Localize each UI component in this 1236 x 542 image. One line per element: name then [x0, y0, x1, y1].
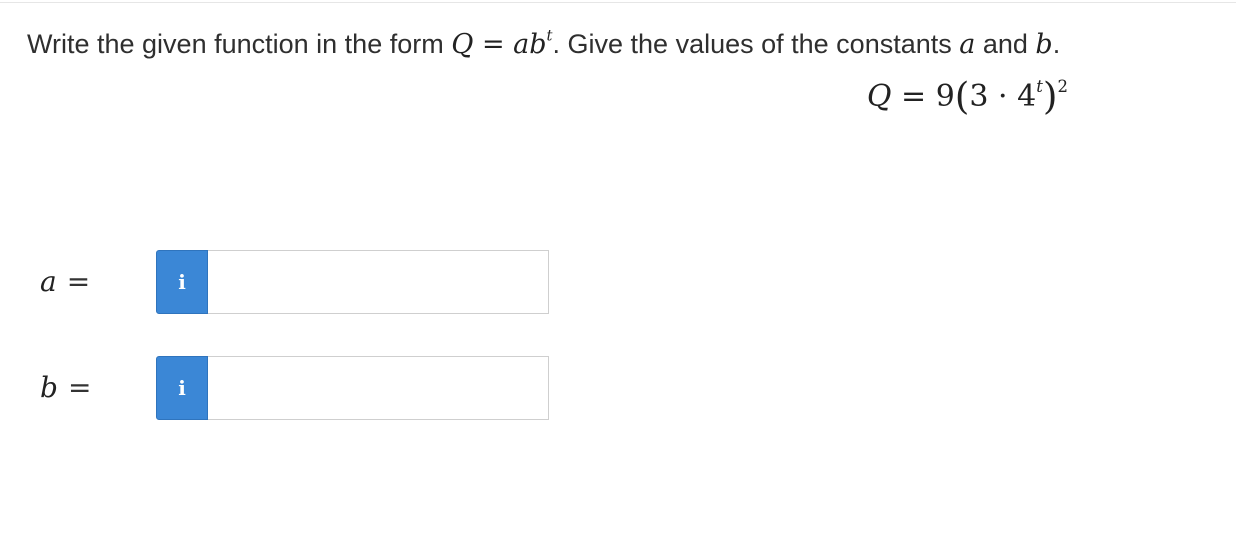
- answer-label-a: a =: [40, 264, 90, 300]
- question-text: Write the given function in the form Q =…: [27, 24, 1232, 65]
- constant-a: a: [959, 29, 976, 60]
- answer-row-a: a = i: [0, 250, 560, 316]
- form-q: Q: [451, 29, 474, 60]
- form-equals: =: [473, 29, 514, 60]
- answer-var-a: a: [40, 265, 57, 298]
- info-button-b[interactable]: i: [156, 356, 208, 420]
- constant-b: b: [1035, 29, 1053, 60]
- question-prefix: Write the given function in the form: [27, 29, 452, 59]
- info-button-a[interactable]: i: [156, 250, 208, 314]
- question-suffix: .: [1052, 29, 1061, 59]
- formula-lhs: Q: [866, 79, 892, 114]
- given-function: Q = 9(3 · 4t)2: [867, 72, 1068, 121]
- formula-inner-exponent: t: [1036, 76, 1043, 96]
- formula-outer-exponent: 2: [1057, 76, 1069, 96]
- answer-row-b: b = i: [0, 356, 560, 422]
- answer-equals-a: =: [66, 265, 91, 298]
- answer-input-b[interactable]: [208, 356, 549, 420]
- question-middle: . Give the values of the constants: [552, 29, 960, 59]
- formula-coefficient: 9: [935, 79, 955, 114]
- info-icon: i: [178, 376, 186, 400]
- and-text: and: [975, 29, 1036, 59]
- answer-input-a[interactable]: [208, 250, 549, 314]
- form-ab: ab: [513, 29, 547, 60]
- formula-close-paren: ): [1042, 74, 1058, 118]
- formula-equals: =: [891, 79, 936, 114]
- top-divider: [0, 2, 1236, 3]
- formula-inner-base: 3 · 4: [969, 79, 1037, 114]
- answer-equals-b: =: [67, 371, 92, 404]
- answer-label-b: b =: [40, 370, 91, 406]
- answer-var-b: b: [40, 371, 58, 404]
- info-icon: i: [178, 270, 186, 294]
- formula-open-paren: (: [954, 74, 970, 118]
